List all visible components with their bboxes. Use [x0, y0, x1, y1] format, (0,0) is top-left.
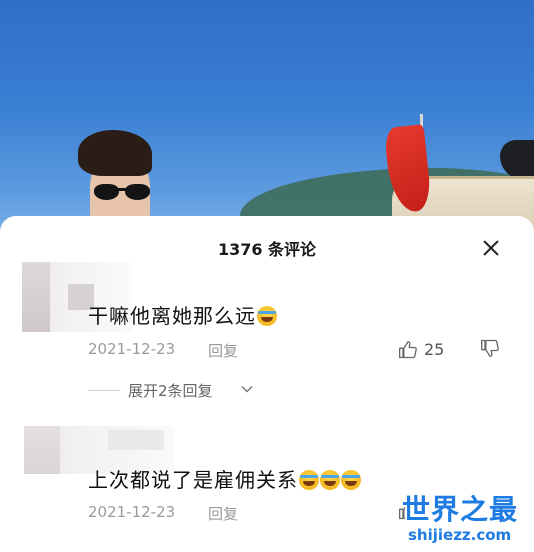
sunglasses: [94, 184, 152, 200]
comment-date: 2021-12-23: [88, 503, 176, 521]
comment-count-title: 1376 条评论: [217, 240, 317, 259]
watermark-url: shijiezz.com: [408, 526, 512, 544]
comment-text: 干嘛他离她那么远: [88, 300, 277, 329]
laugh-cry-emoji-icon: [299, 470, 319, 490]
hair: [78, 130, 152, 176]
reply-button[interactable]: 回复: [208, 340, 238, 361]
like-count: 25: [424, 340, 445, 359]
laugh-cry-emoji-icon: [257, 306, 277, 326]
divider: [88, 390, 120, 391]
comment-text: 上次都说了是雇佣关系: [88, 464, 361, 493]
thumbs-up-icon: [399, 341, 417, 359]
watermark-logo: 世界之最 shijiezz.com: [402, 488, 530, 552]
comment-date: 2021-12-23: [88, 340, 176, 358]
reply-button[interactable]: 回复: [208, 503, 238, 524]
close-icon[interactable]: [479, 236, 503, 260]
video-frame[interactable]: [0, 0, 534, 238]
watermark-text: 世界之最: [402, 493, 519, 526]
laugh-cry-emoji-icon: [341, 470, 361, 490]
chevron-down-icon: [241, 385, 253, 393]
expand-replies-label: 展开2条回复: [128, 382, 213, 400]
laugh-cry-emoji-icon: [320, 470, 340, 490]
dislike-button[interactable]: [480, 338, 500, 358]
thumbs-down-icon: [481, 339, 499, 357]
